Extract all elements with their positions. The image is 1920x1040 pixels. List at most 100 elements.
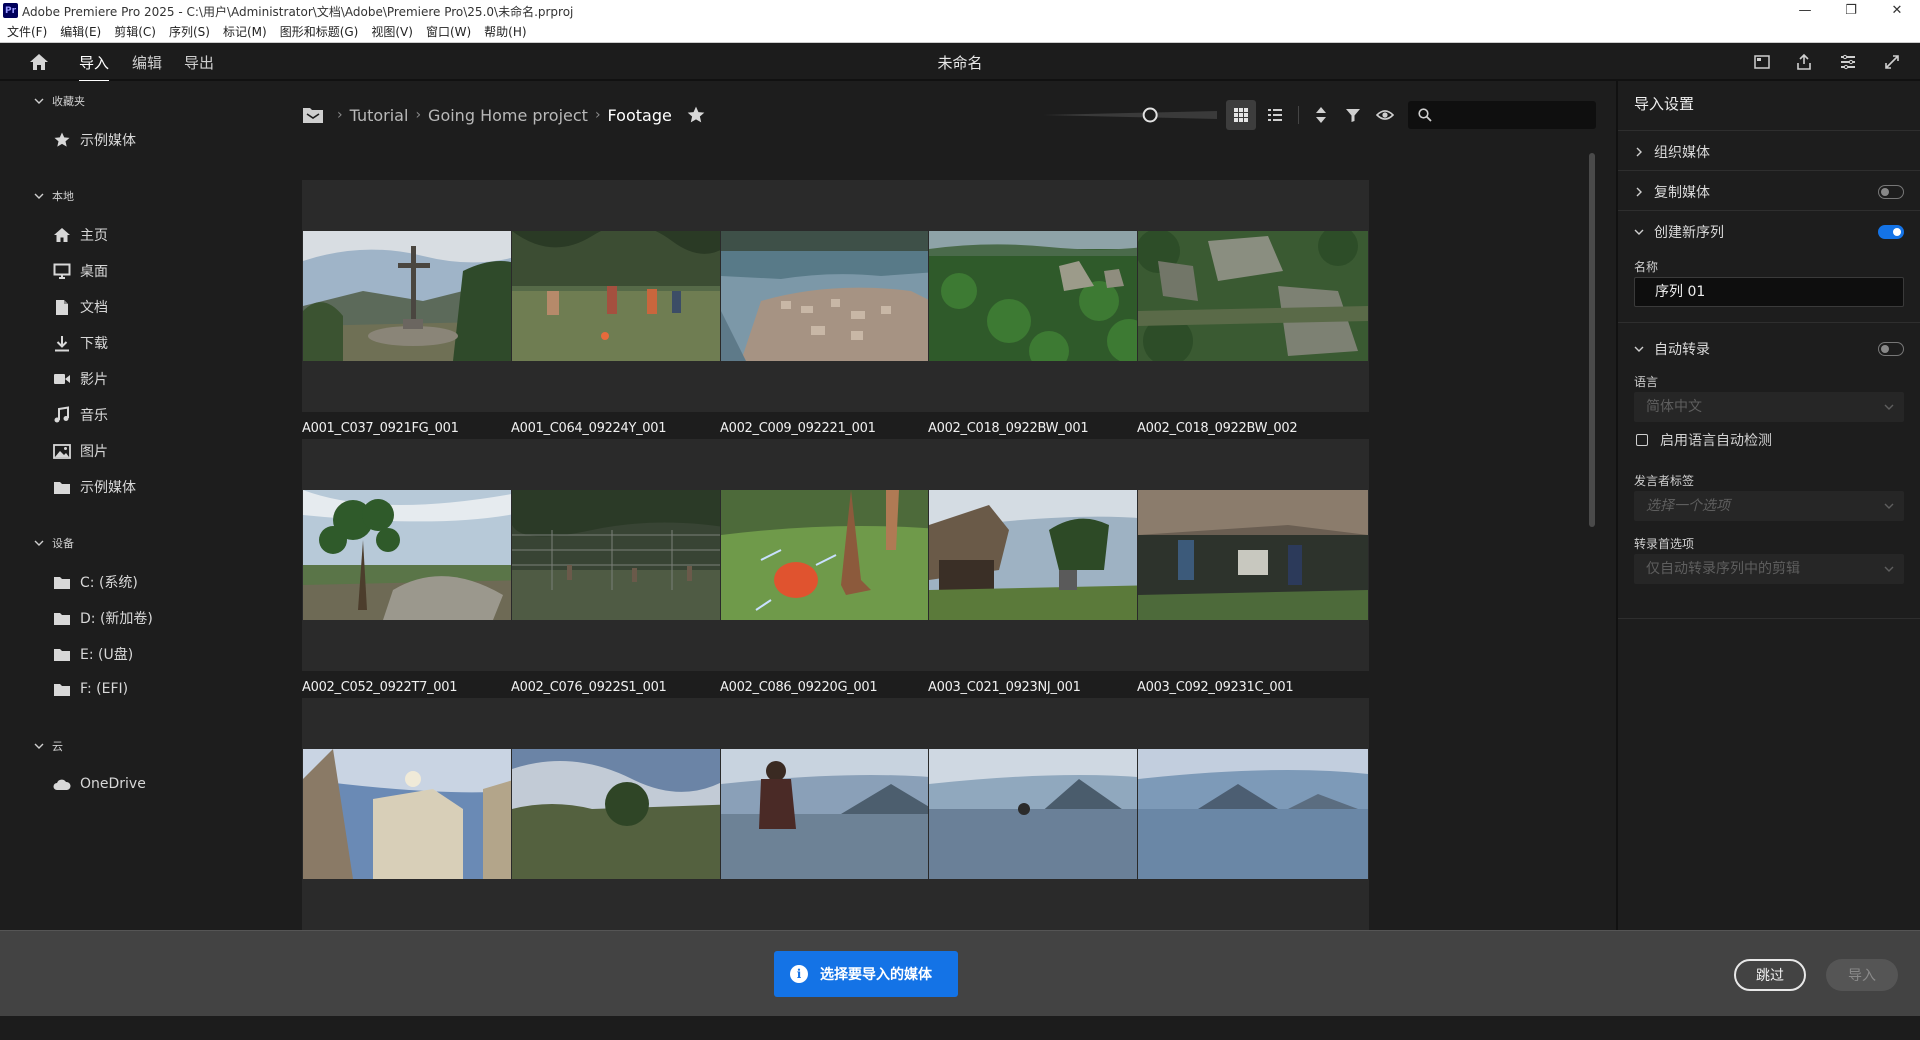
sidebar-section-cloud[interactable]: 云 (34, 738, 63, 754)
clip-thumbnail[interactable] (1138, 231, 1368, 361)
clip-thumbnail[interactable] (721, 490, 951, 620)
clip-thumbnail-frame[interactable] (1137, 698, 1369, 930)
media-clip-card[interactable] (720, 698, 952, 930)
menu-clip[interactable]: 剪辑(C) (114, 23, 156, 40)
sidebar-section-favorites[interactable]: 收藏夹 (34, 93, 85, 109)
menu-graphics[interactable]: 图形和标题(G) (280, 23, 359, 40)
clip-thumbnail-frame[interactable] (720, 180, 952, 412)
sidebar-item-sample-media[interactable]: 示例媒体 (52, 477, 136, 497)
menu-file[interactable]: 文件(F) (7, 23, 47, 40)
media-clip-card[interactable]: A002_C052_0922T7_001MP4 - :02 (302, 439, 534, 714)
media-clip-card[interactable]: A002_C018_0922BW_001MP4 - :07 (928, 180, 1160, 455)
clip-thumbnail[interactable] (303, 490, 533, 620)
media-clip-card[interactable]: A002_C009_092221_001MP4 - :02 (720, 180, 952, 455)
sidebar-item-documents[interactable]: 文档 (52, 297, 108, 317)
clip-thumbnail-frame[interactable] (720, 698, 952, 930)
section-header[interactable]: 复制媒体 (1634, 182, 1710, 202)
tab-export[interactable]: 导出 (184, 52, 214, 73)
clip-thumbnail[interactable] (929, 749, 1159, 879)
media-clip-card[interactable] (302, 698, 534, 930)
transcribe-pref-select[interactable]: 仅自动转录序列中的剪辑 (1634, 554, 1904, 584)
grid-scrollbar[interactable] (1589, 153, 1595, 527)
clip-thumbnail[interactable] (303, 231, 533, 361)
clip-thumbnail-frame[interactable] (511, 698, 743, 930)
clip-thumbnail-frame[interactable] (720, 439, 952, 671)
menu-markers[interactable]: 标记(M) (223, 23, 267, 40)
media-clip-card[interactable]: A001_C037_0921FG_001MP4 - :01 (302, 180, 534, 455)
menu-view[interactable]: 视图(V) (371, 23, 413, 40)
clip-thumbnail[interactable] (512, 749, 742, 879)
import-button[interactable]: 导入 (1826, 959, 1898, 991)
sidebar-item-onedrive[interactable]: OneDrive (52, 775, 146, 793)
preview-button[interactable] (1370, 100, 1400, 130)
sidebar-item-music[interactable]: 音乐 (52, 405, 108, 425)
clip-thumbnail-frame[interactable] (302, 439, 534, 671)
favorite-star-icon[interactable] (686, 105, 706, 125)
clip-thumbnail[interactable] (929, 490, 1159, 620)
clip-thumbnail[interactable] (512, 231, 742, 361)
tab-edit[interactable]: 编辑 (132, 52, 162, 73)
sidebar-item-drive-d[interactable]: D: (新加卷) (52, 608, 153, 628)
sidebar-item-drive-f[interactable]: F: (EFI) (52, 680, 128, 698)
search-field[interactable] (1408, 101, 1596, 129)
clip-thumbnail-frame[interactable] (302, 180, 534, 412)
section-copy-media[interactable]: 复制媒体 (1618, 170, 1920, 210)
menu-help[interactable]: 帮助(H) (484, 23, 526, 40)
close-icon[interactable]: ✕ (1874, 0, 1920, 21)
fullscreen-icon[interactable] (1882, 52, 1902, 72)
clip-thumbnail-frame[interactable] (1137, 439, 1369, 671)
media-clip-card[interactable]: A002_C076_0922S1_001MP4 - :01 (511, 439, 743, 714)
media-clip-card[interactable]: A003_C021_0923NJ_001MP4 - :04 (928, 439, 1160, 714)
menu-edit[interactable]: 编辑(E) (60, 23, 101, 40)
clip-thumbnail-frame[interactable] (928, 180, 1160, 412)
section-header[interactable]: 自动转录 (1634, 339, 1710, 359)
sidebar-item-drive-e[interactable]: E: (U盘) (52, 644, 133, 664)
media-clip-card[interactable]: A002_C086_09220G_001MP4 - :02 (720, 439, 952, 714)
media-clip-card[interactable]: A002_C018_0922BW_002MP4 - :01 (1137, 180, 1369, 455)
menu-sequence[interactable]: 序列(S) (169, 23, 210, 40)
sidebar-item-sample-media-fav[interactable]: 示例媒体 (52, 130, 136, 150)
section-header[interactable]: 创建新序列 (1634, 222, 1724, 242)
sidebar-item-videos[interactable]: 影片 (52, 369, 108, 389)
clip-thumbnail[interactable] (1138, 749, 1368, 879)
sidebar-item-drive-c[interactable]: C: (系统) (52, 572, 138, 592)
clip-thumbnail[interactable] (929, 231, 1159, 361)
thumbnail-size-slider[interactable] (1040, 106, 1220, 124)
folder-open-icon[interactable] (302, 106, 324, 124)
clip-thumbnail[interactable] (1138, 490, 1368, 620)
sidebar-section-local[interactable]: 本地 (34, 188, 74, 204)
clip-thumbnail-frame[interactable] (928, 698, 1160, 930)
clip-thumbnail-frame[interactable] (302, 698, 534, 930)
clip-thumbnail-frame[interactable] (511, 180, 743, 412)
sequence-name-input[interactable]: 序列 01 (1634, 277, 1904, 307)
sidebar-item-desktop[interactable]: 桌面 (52, 261, 108, 281)
restore-icon[interactable]: ❐ (1828, 0, 1874, 21)
auto-transcribe-toggle[interactable] (1878, 342, 1904, 356)
sidebar-item-home[interactable]: 主页 (52, 225, 108, 245)
filter-button[interactable] (1338, 100, 1368, 130)
skip-button[interactable]: 跳过 (1734, 959, 1806, 991)
list-view-button[interactable] (1260, 100, 1290, 130)
tab-import[interactable]: 导入 (79, 52, 110, 82)
breadcrumb-current[interactable]: Footage (608, 106, 672, 125)
breadcrumb-item[interactable]: Tutorial (350, 106, 409, 125)
clip-thumbnail[interactable] (303, 749, 533, 879)
clip-thumbnail[interactable] (721, 749, 951, 879)
auto-detect-checkbox[interactable]: 启用语言自动检测 (1636, 430, 1772, 450)
speaker-select[interactable]: 选择一个选项 (1634, 491, 1904, 521)
menu-window[interactable]: 窗口(W) (426, 23, 471, 40)
media-clip-card[interactable]: A003_C092_09231C_001MP4 - :05 (1137, 439, 1369, 714)
copy-media-toggle[interactable] (1878, 185, 1904, 199)
share-icon[interactable] (1794, 52, 1814, 72)
media-clip-card[interactable] (1137, 698, 1369, 930)
checkbox-box[interactable] (1636, 434, 1648, 446)
media-clip-card[interactable] (928, 698, 1160, 930)
grid-view-button[interactable] (1226, 100, 1256, 130)
media-clip-card[interactable] (511, 698, 743, 930)
sidebar-section-devices[interactable]: 设备 (34, 535, 74, 551)
language-select[interactable]: 简体中文 (1634, 392, 1904, 422)
media-clip-card[interactable]: A001_C064_09224Y_001MP4 - :02 (511, 180, 743, 455)
section-organize-media[interactable]: 组织媒体 (1618, 130, 1920, 170)
sidebar-item-pictures[interactable]: 图片 (52, 441, 108, 461)
home-icon[interactable] (28, 52, 50, 72)
